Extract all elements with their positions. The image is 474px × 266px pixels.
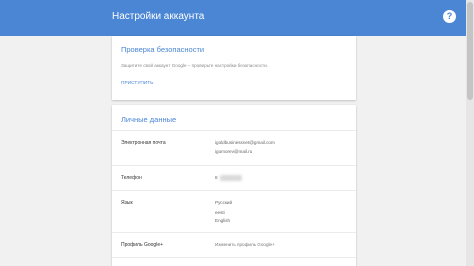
security-check-title: Проверка безопасности [121,45,205,54]
personal-info-title: Личные данные [121,115,177,124]
divider [112,190,356,191]
security-check-description: Защитите свой аккаунт Google – проверьте… [121,63,268,68]
phone-label: Телефон [121,175,142,181]
phone-redaction [220,175,242,181]
language-value-3: English [215,218,231,223]
page-title: Настройки аккаунта [112,11,205,22]
language-value-2: eesti [215,210,225,215]
divider [112,130,356,131]
personal-info-card: Личные данные Электронная почта igoldbus… [112,105,356,266]
language-label: Язык [121,200,133,206]
scrollbar-thumb[interactable] [467,2,473,100]
divider [112,257,356,258]
email-value-secondary: igomorev@mail.ru [215,149,253,154]
security-check-start-link[interactable]: ПРИСТУПИТЬ [121,81,153,86]
language-value-1: Русский [215,200,233,205]
email-label: Электронная почта [121,140,166,146]
phone-value: 8 [215,175,218,180]
security-check-card: Проверка безопасности Защитите свой акка… [112,36,356,100]
scrollbar[interactable] [466,0,474,266]
edit-google-plus-profile-link[interactable]: Изменить профиль Google+ [215,242,275,247]
header-bar: Настройки аккаунта ? [0,0,466,36]
divider [112,232,356,233]
divider [112,165,356,166]
help-icon[interactable]: ? [443,10,456,23]
email-value-primary: igoldbusinessnet@gmail.com [215,140,275,145]
google-plus-profile-label: Профиль Google+ [121,242,164,248]
